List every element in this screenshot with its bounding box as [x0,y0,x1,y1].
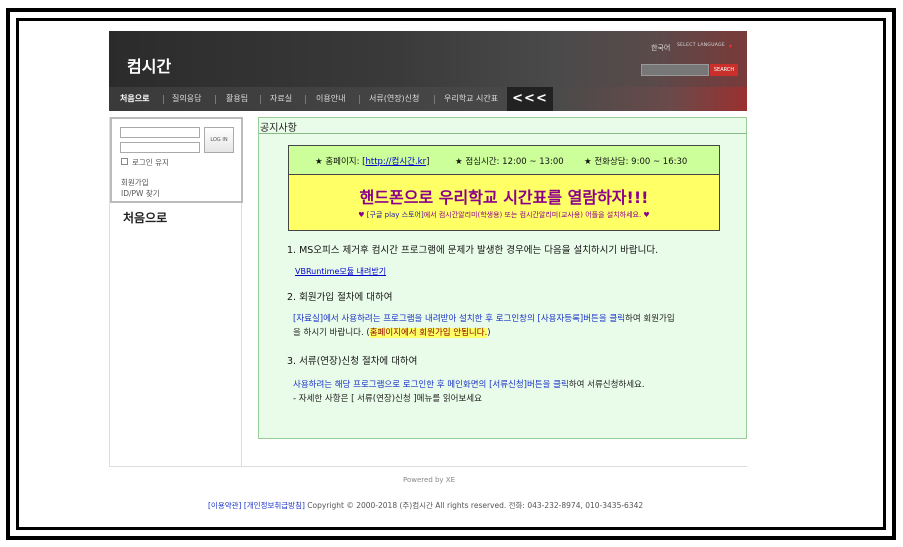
nav-collapse-button[interactable]: <<< [507,87,553,111]
info-box: ★ 홈페이지: [http://컴시간.kr] ★ 점심시간: 12:00 ~ … [288,145,720,231]
nav-divider [260,95,261,104]
main-nav: 처음으로 질의응답 활용팁 자료실 이용안내 서류(연장)신청 우리학교 시간표… [109,87,747,111]
nav-divider [359,95,360,104]
signup-instructions-end: ) [487,328,491,338]
signup-link[interactable]: 회원가입 [121,177,149,188]
site-logo[interactable]: 컴시간 [127,53,171,77]
title-divider [259,133,746,134]
homepage-label: ★ 홈페이지: [ [315,157,366,167]
signup-instructions: [자료실]에서 사용하려는 프로그램을 내려받아 설치한 후 로그인창의 [사용… [293,312,675,340]
signup-warning: 홈페이지에서 회원가입 안됩니다. [369,328,488,338]
sidebar: LOG IN 로그인 유지 회원가입 ID/PW 찾기 처음으로 [109,117,243,466]
info-bar: ★ 홈페이지: [http://컴시간.kr] ★ 점심시간: 12:00 ~ … [289,146,719,175]
site-container: 컴시간 한국어 SELECT LANGUAGE ▾ SEARCH 처음으로 질의… [109,31,747,466]
nav-item-home[interactable]: 처음으로 [120,87,149,111]
password-field[interactable] [120,142,200,153]
section-title-3: 3. 서류(연장)신청 절차에 대하여 [287,356,418,367]
play-store-label: [구글 play 스토어] [366,211,424,219]
nav-divider [434,95,435,104]
banner-subtext: ♥ [구글 play 스토어]에서 컴시간알리미(학생용) 또는 컴시간알리미(… [289,210,719,220]
homepage-info: ★ 홈페이지: [http://컴시간.kr] [315,155,429,167]
privacy-link[interactable]: [개인정보취급방침] [244,501,305,510]
vbruntime-download-link[interactable]: VBRuntime모듈 내려받기 [295,266,386,277]
language-select[interactable]: SELECT LANGUAGE [677,43,725,48]
section-title-2: 2. 회원가입 절차에 대하여 [287,292,393,303]
powered-by: Powered by XE [403,476,456,484]
signup-instructions-blue: [자료실]에서 사용하려는 프로그램을 내려받아 설치한 후 로그인창의 [사용… [293,314,626,324]
banner-subtext-rest: 에서 컴시간알리미(학생용) 또는 컴시간알리미(교사용) 어플을 설치하세요.… [423,211,650,219]
signup-instructions-rest: 하여 회원가입 [625,314,675,324]
document-instructions-rest: 하여 서류신청하세요. [568,380,645,390]
document-instructions: 사용하려는 해당 프로그램으로 로그인한 후 메인화면의 [서류신청]버튼을 클… [293,378,645,406]
phone-hours: ★ 전화상담: 9:00 ~ 16:30 [584,157,688,167]
site-footer: [이용약관] [개인정보취급방침] Copyright © 2000-2018 … [208,500,643,511]
keep-login-label: 로그인 유지 [132,158,169,167]
page-title: 공지사항 [260,123,297,134]
nav-item-qna[interactable]: 질의응답 [172,87,201,111]
search-button[interactable]: SEARCH [710,64,738,76]
copyright-text: Copyright © 2000-2018 (주)컴시간 All rights … [307,501,644,510]
section-title-1: 1. MS오피스 제거후 컴시간 프로그램에 문제가 발생한 경우에는 다음을 … [287,245,659,256]
promo-banner: 핸드폰으로 우리학교 시간표를 열람하자!!! ♥ [구글 play 스토어]에… [289,175,719,230]
homepage-link[interactable]: http://컴시간.kr [365,157,426,167]
language-label[interactable]: 한국어 [651,43,670,53]
document-instructions-line2: - 자세한 사항은 [ 서류(연장)신청 ]메뉴를 읽어보세요 [293,394,482,404]
terms-link[interactable]: [이용약관] [208,501,241,510]
nav-divider [305,95,306,104]
nav-item-timetable[interactable]: 우리학교 시간표 [444,87,498,111]
nav-divider [163,95,164,104]
notice-panel: 공지사항 ★ 홈페이지: [http://컴시간.kr] ★ 점심시간: 12:… [258,117,747,439]
nav-divider [215,95,216,104]
signup-instructions-line2: 을 하시기 바랍니다. ( [293,328,370,338]
search-input[interactable] [641,64,709,76]
heart-icon: ♥ [358,211,367,219]
nav-item-tips[interactable]: 활용팁 [226,87,248,111]
keep-login-checkbox[interactable] [121,158,128,165]
banner-headline: 핸드폰으로 우리학교 시간표를 열람하자!!! [359,188,649,207]
footer-divider [109,466,747,467]
login-box: LOG IN 로그인 유지 회원가입 ID/PW 찾기 [110,117,243,203]
chevron-down-icon[interactable]: ▾ [729,43,732,50]
lunch-hours: ★ 점심시간: 12:00 ~ 13:00 [455,157,564,167]
user-id-field[interactable] [120,127,200,138]
sidebar-title: 처음으로 [123,211,168,225]
nav-item-document-request[interactable]: 서류(연장)신청 [369,87,419,111]
find-password-link[interactable]: ID/PW 찾기 [121,188,160,199]
homepage-bracket: ] [426,157,430,167]
nav-item-downloads[interactable]: 자료실 [270,87,292,111]
nav-item-guide[interactable]: 이용안내 [316,87,345,111]
site-header: 컴시간 한국어 SELECT LANGUAGE ▾ SEARCH [109,31,747,87]
document-instructions-blue: 사용하려는 해당 프로그램으로 로그인한 후 메인화면의 [서류신청]버튼을 클… [293,380,569,390]
login-button[interactable]: LOG IN [204,127,234,153]
